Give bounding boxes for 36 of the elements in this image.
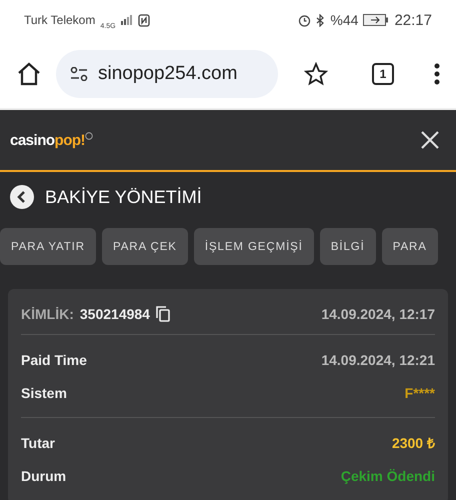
nfc-icon xyxy=(138,14,150,26)
bluetooth-icon xyxy=(316,14,326,26)
back-icon[interactable] xyxy=(9,184,35,210)
field-value: 2300 ₺ xyxy=(392,434,435,452)
home-icon[interactable] xyxy=(16,61,42,87)
address-bar[interactable]: sinopop254.com xyxy=(56,50,278,98)
transaction-date: 14.09.2024, 12:17 xyxy=(321,306,435,322)
tab[interactable]: PARA xyxy=(382,228,438,265)
site-settings-icon xyxy=(70,67,88,81)
close-icon[interactable] xyxy=(420,130,440,150)
tab-count[interactable]: 1 xyxy=(372,63,394,85)
casino-logo: casinopop! xyxy=(10,132,94,148)
url-text: sinopop254.com xyxy=(98,63,238,85)
alarm-icon xyxy=(298,14,312,26)
field-label: Sistem xyxy=(21,384,67,400)
tab[interactable]: BİLGİ xyxy=(320,228,376,265)
field-label: Durum xyxy=(21,468,66,484)
star-icon[interactable] xyxy=(304,62,328,86)
tab[interactable]: PARA YATIR xyxy=(0,228,96,265)
field-label: Paid Time xyxy=(21,352,87,368)
id-value: 350214984 xyxy=(80,306,150,322)
signal-icon xyxy=(120,15,133,25)
page-title: BAKİYE YÖNETİMİ xyxy=(45,186,202,208)
carrier-name: Turk Telekom xyxy=(24,13,96,27)
tab[interactable]: PARA ÇEK xyxy=(102,228,188,265)
menu-icon[interactable] xyxy=(434,63,440,85)
id-label: KİMLİK: xyxy=(21,306,74,322)
field-value: 14.09.2024, 12:21 xyxy=(321,352,435,368)
battery-percent: %44 xyxy=(330,12,358,28)
clock-time: 22:17 xyxy=(394,12,432,28)
field-label: Tutar xyxy=(21,434,55,450)
battery-icon xyxy=(363,14,390,26)
tab[interactable]: İŞLEM GEÇMİŞİ xyxy=(194,228,314,265)
field-value: Çekim Ödendi xyxy=(340,468,435,484)
field-value: F**** xyxy=(404,384,435,400)
copy-icon[interactable] xyxy=(156,306,170,322)
